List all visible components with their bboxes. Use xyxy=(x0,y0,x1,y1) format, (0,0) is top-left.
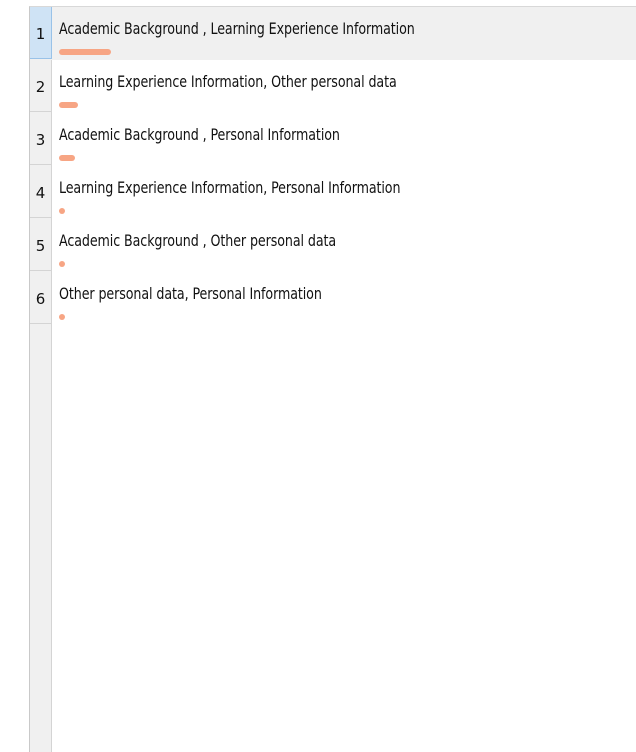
list-item[interactable]: 5 Academic Background , Other personal da… xyxy=(30,219,636,272)
score-bar xyxy=(59,49,111,55)
row-number: 2 xyxy=(30,60,52,112)
row-number: 5 xyxy=(30,219,52,271)
results-list[interactable]: 1 Academic Background , Learning Experien… xyxy=(29,6,636,752)
score-bar xyxy=(59,314,65,320)
score-bar xyxy=(59,155,75,161)
left-margin xyxy=(0,0,29,752)
row-number: 4 xyxy=(30,166,52,218)
list-item-label: Other personal data, Personal Informatio… xyxy=(59,284,322,303)
list-item[interactable]: 4 Learning Experience Information, Person… xyxy=(30,166,636,219)
score-bar xyxy=(59,102,78,108)
list-item-label: Learning Experience Information, Persona… xyxy=(59,178,401,197)
list-item[interactable]: 3 Academic Background , Personal Informat… xyxy=(30,113,636,166)
list-item-label: Academic Background , Personal Informati… xyxy=(59,125,340,144)
row-number: 3 xyxy=(30,113,52,165)
list-item-label: Academic Background , Other personal dat… xyxy=(59,231,337,250)
list-item[interactable]: 1 Academic Background , Learning Experien… xyxy=(30,7,636,60)
list-item[interactable]: 2 Learning Experience Information, Other … xyxy=(30,60,636,113)
row-number: 1 xyxy=(30,7,52,59)
score-bar xyxy=(59,261,65,267)
score-bar xyxy=(59,208,65,214)
row-number: 6 xyxy=(30,272,52,324)
list-item[interactable]: 6 Other personal data, Personal Informati… xyxy=(30,272,636,325)
list-item-label: Learning Experience Information, Other p… xyxy=(59,72,397,91)
list-item-label: Academic Background , Learning Experienc… xyxy=(59,19,415,38)
